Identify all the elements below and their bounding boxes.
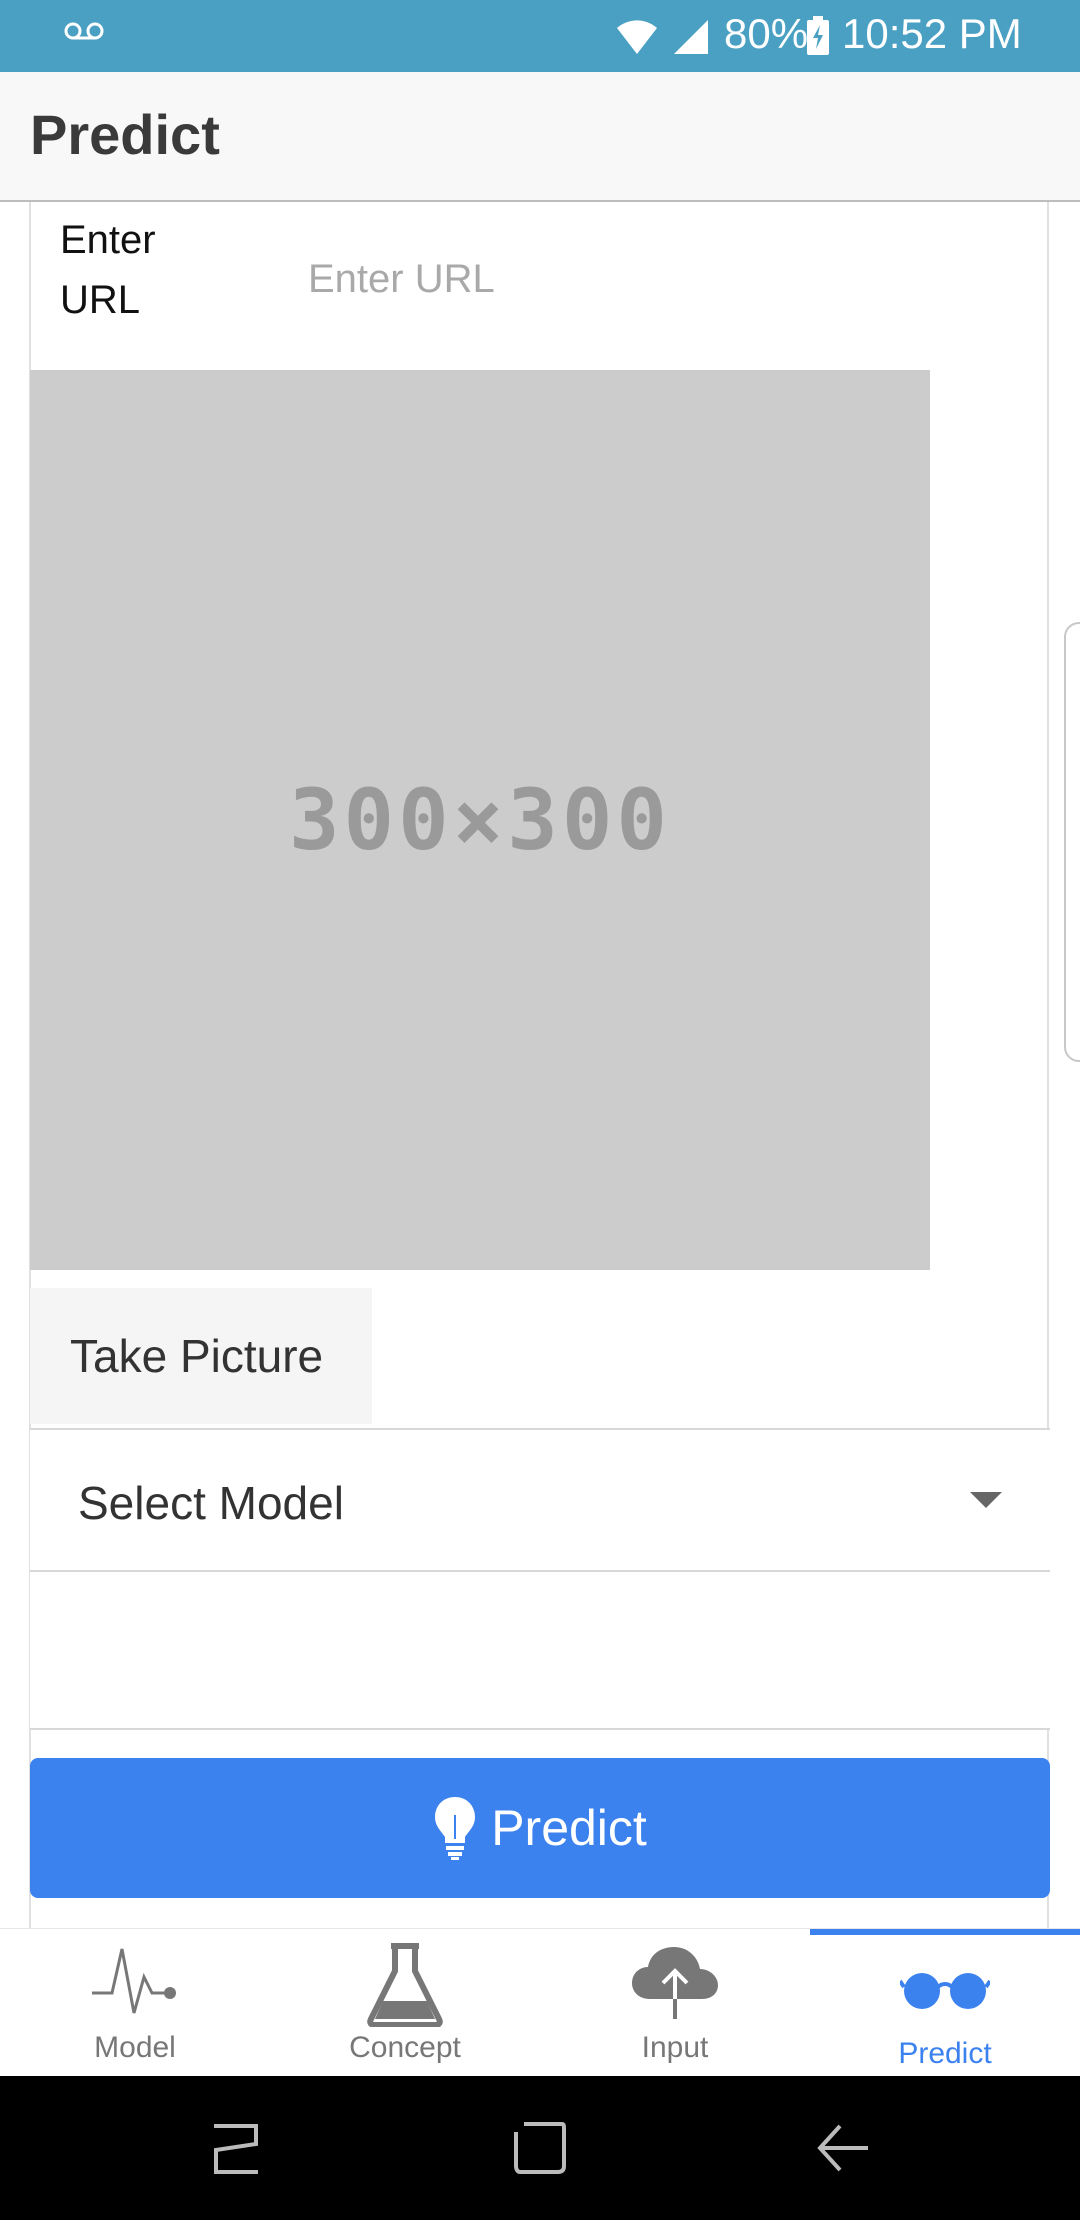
preview-image: 300×300 (30, 370, 930, 1270)
result-area (30, 1572, 1050, 1730)
battery-percent: 80% (724, 10, 809, 57)
tab-predict[interactable]: Predict (810, 1929, 1080, 2077)
tab-concept[interactable]: Concept (270, 1929, 540, 2077)
model-select-value: Select Model (78, 1477, 344, 1529)
home-icon[interactable] (512, 2120, 568, 2176)
edge-panel-handle[interactable] (1064, 622, 1080, 1062)
tab-predict-label: Predict (898, 2037, 992, 2070)
signal-icon (674, 20, 708, 54)
caret-down-icon (970, 1492, 1002, 1508)
tab-model[interactable]: Model (0, 1929, 270, 2077)
back-icon[interactable] (816, 2120, 872, 2176)
battery-charging-icon (807, 16, 829, 55)
voicemail-icon (64, 22, 104, 40)
app-header: Predict (0, 72, 1080, 202)
tab-input[interactable]: Input (540, 1929, 810, 2077)
clock: 10:52 PM (842, 10, 1022, 57)
tab-concept-label: Concept (349, 2031, 461, 2064)
tab-model-label: Model (94, 2031, 176, 2064)
predict-button-label: Predict (491, 1800, 647, 1856)
cloud-upload-icon (632, 1947, 718, 2019)
image-dimension-text: 300×300 (288, 771, 671, 869)
tab-input-label: Input (641, 2031, 709, 2064)
recent-apps-icon[interactable] (210, 2120, 262, 2176)
wifi-icon (617, 20, 657, 54)
take-picture-button[interactable]: Take Picture (30, 1288, 372, 1424)
url-label: Enter URL (60, 218, 156, 322)
lightbulb-icon (435, 1797, 476, 1860)
model-select[interactable]: Select Model (30, 1428, 1050, 1572)
pulse-icon (92, 1948, 176, 2014)
glasses-icon (900, 1973, 990, 2009)
predict-button[interactable]: Predict (30, 1758, 1050, 1898)
bottom-tab-bar: Model Concept Input Predict (0, 1928, 1080, 2077)
page-title: Predict (30, 103, 220, 166)
url-input[interactable] (306, 248, 1010, 310)
status-bar: 80% 10:52 PM (0, 0, 1080, 72)
flask-icon (367, 1943, 443, 2027)
system-nav-bar (0, 2076, 1080, 2220)
